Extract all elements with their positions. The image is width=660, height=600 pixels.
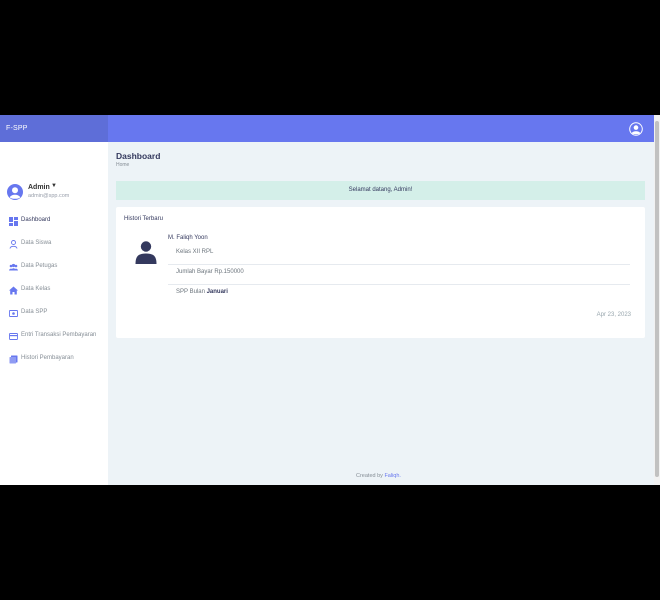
brand-logo[interactable]: F-SPP [0,115,108,142]
credit-card-icon [9,333,18,340]
money-icon [9,310,18,317]
sidebar-item-label: Data SPP [21,309,48,315]
sidebar-item-data-petugas[interactable]: Data Petugas [0,259,108,275]
top-navbar: F-SPP [0,115,654,142]
scrollbar[interactable] [654,115,660,485]
spp-prefix: SPP Bulan [176,289,207,295]
sidebar-item-data-spp[interactable]: Data SPP [0,305,108,321]
profile-avatar-icon[interactable] [7,184,23,200]
page-title: Dashboard [116,151,161,161]
person-icon [135,241,157,264]
footer-link[interactable]: Faliqh. [384,473,401,479]
user-icon [9,240,18,249]
sidebar-item-entri-transaksi[interactable]: Entri Transaksi Pembayaran [0,328,108,344]
detail-kelas: Kelas XII RPL [168,245,630,265]
dashboard-icon [9,217,18,226]
footer-text: Created by [356,473,385,479]
detail-spp-text: SPP Bulan Januari [176,289,228,295]
sidebar-item-label: Dashboard [21,217,51,223]
detail-spp-bulan: SPP Bulan Januari [168,285,630,304]
sidebar-item-label: Histori Pembayaran [21,355,74,361]
profile-name[interactable]: Admin [28,184,50,191]
home-icon [9,286,18,295]
history-date: Apr 23, 2023 [596,312,631,318]
detail-jumlah-text: Jumlah Bayar Rp.150000 [176,269,244,275]
spp-month: Januari [206,289,228,295]
sidebar: Admin ▼ admin@spp.com Dashboard Data Sis… [0,142,108,485]
breadcrumb[interactable]: Home [116,162,129,168]
scrollbar-thumb[interactable] [655,121,659,477]
history-card: Histori Terbaru M. Faliqh Yoon Kelas XII… [116,207,645,338]
users-icon [9,263,18,271]
chevron-down-icon[interactable]: ▼ [51,183,57,189]
welcome-alert: Selamat datang, Admin! [116,181,645,200]
detail-jumlah: Jumlah Bayar Rp.150000 [168,265,630,285]
student-name: M. Faliqh Yoon [168,235,208,241]
sidebar-item-dashboard[interactable]: Dashboard [0,213,108,229]
history-icon [9,355,18,364]
sidebar-item-label: Data Siswa [21,240,52,246]
sidebar-item-data-siswa[interactable]: Data Siswa [0,236,108,252]
sidebar-item-data-kelas[interactable]: Data Kelas [0,282,108,298]
sidebar-item-label: Entri Transaksi Pembayaran [21,332,97,338]
detail-kelas-text: Kelas XII RPL [176,249,214,255]
user-avatar-icon[interactable] [629,122,643,136]
footer: Created by Faliqh. [356,473,401,479]
app-window: F-SPP Admin ▼ admin@spp.com Dashboard Da… [0,115,660,485]
sidebar-item-label: Data Kelas [21,286,51,292]
sidebar-item-label: Data Petugas [21,263,58,269]
sidebar-item-histori[interactable]: Histori Pembayaran [0,351,108,367]
profile-email: admin@spp.com [28,193,70,199]
card-title: Histori Terbaru [124,216,163,222]
